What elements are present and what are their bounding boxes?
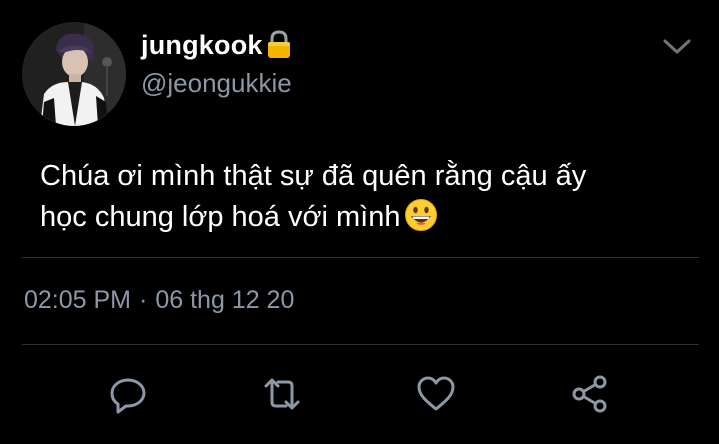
avatar[interactable] bbox=[22, 22, 126, 126]
heart-icon bbox=[417, 376, 455, 411]
share-icon bbox=[572, 375, 607, 413]
reply-icon bbox=[110, 378, 146, 414]
lock-icon bbox=[266, 30, 292, 60]
tweet-time[interactable]: 02:05 PM bbox=[24, 286, 131, 315]
share-button[interactable] bbox=[566, 370, 614, 418]
action-bar bbox=[0, 370, 719, 418]
chevron-down-icon[interactable] bbox=[660, 34, 694, 60]
divider bbox=[22, 257, 699, 258]
user-handle[interactable]: @jeongukkie bbox=[141, 68, 292, 99]
like-button[interactable] bbox=[412, 370, 460, 418]
retweet-icon bbox=[264, 378, 300, 410]
tweet-date[interactable]: 06 thg 12 20 bbox=[155, 286, 294, 315]
reply-button[interactable] bbox=[104, 370, 152, 418]
meta-separator: · bbox=[139, 286, 148, 314]
tweet-meta: 02:05 PM · 06 thg 12 20 bbox=[24, 286, 294, 315]
tweet-text-line-1: Chúa ơi mình thật sự đã quên rằng cậu ấy bbox=[40, 160, 587, 192]
grinning-face-emoji bbox=[404, 198, 438, 232]
name-row: jungkook bbox=[141, 28, 292, 62]
divider bbox=[22, 344, 699, 345]
profile-photo bbox=[22, 22, 126, 126]
retweet-button[interactable] bbox=[258, 370, 306, 418]
tweet-text-line-2-content: học chung lớp hoá với mình bbox=[40, 201, 401, 233]
tweet-card: jungkook @jeongukkie Chúa ơi mình thật s… bbox=[0, 0, 719, 444]
tweet-text-line-2: học chung lớp hoá với mình bbox=[40, 197, 680, 238]
tweet-text: Chúa ơi mình thật sự đã quên rằng cậu ấy… bbox=[40, 156, 680, 238]
display-name[interactable]: jungkook bbox=[141, 30, 263, 61]
